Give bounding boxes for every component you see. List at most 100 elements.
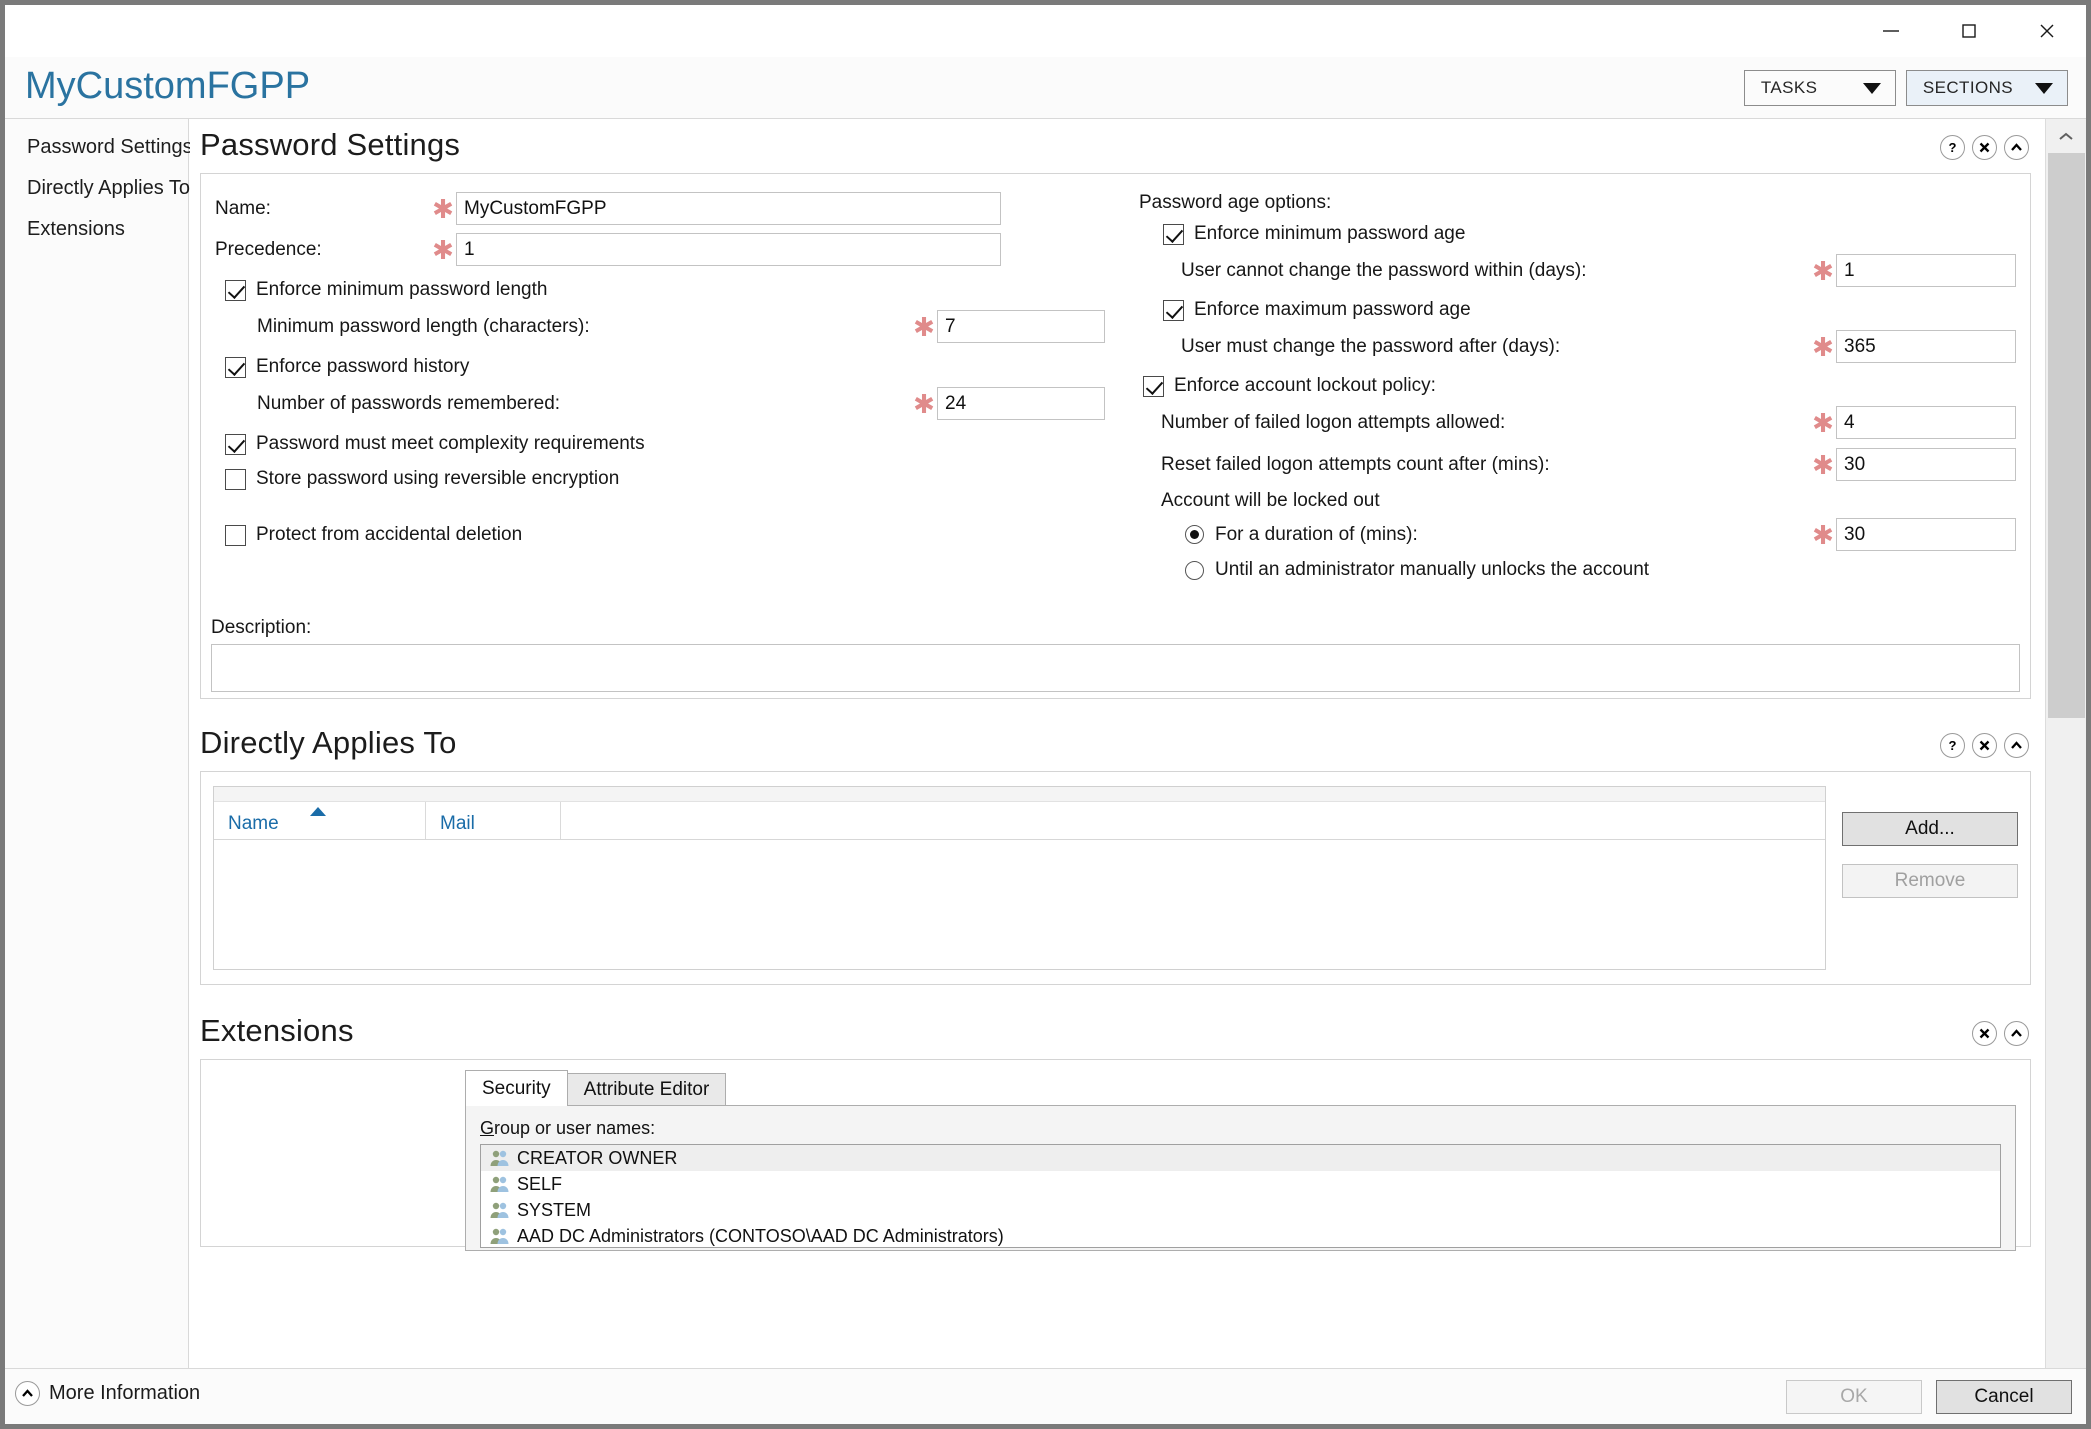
reset-count-row: Reset failed logon attempts count after … (1139, 448, 2016, 481)
history-count-input[interactable] (937, 387, 1105, 420)
close-icon[interactable] (1972, 733, 1997, 758)
min-age-input[interactable] (1836, 254, 2016, 287)
enforce-history-label: Enforce password history (256, 356, 470, 377)
description-textarea[interactable] (212, 645, 2019, 691)
help-icon[interactable]: ? (1940, 733, 1965, 758)
min-age-row: User cannot change the password within (… (1139, 254, 2016, 287)
sidebar-item-directly-applies-to[interactable]: Directly Applies To (5, 168, 191, 209)
column-header-name[interactable]: Name (214, 802, 426, 839)
add-button[interactable]: Add... (1842, 812, 2018, 846)
protect-deletion-checkbox[interactable] (225, 524, 246, 546)
security-tab-panel: Group or user names: CREATOR OWNER SELF … (465, 1105, 2016, 1251)
collapse-icon[interactable] (15, 1381, 40, 1406)
locked-out-label: Account will be locked out (1161, 490, 1380, 511)
reversible-encryption-checkbox-row[interactable]: Store password using reversible encrypti… (225, 468, 1105, 490)
duration-radio-row[interactable]: For a duration of (mins): ✱ (1139, 518, 2016, 551)
sections-menu-button[interactable]: SECTIONS (1905, 70, 2068, 106)
complexity-checkbox[interactable] (225, 433, 246, 455)
enforce-max-age-checkbox-row[interactable]: Enforce maximum password age (1163, 299, 2016, 321)
close-icon[interactable] (1972, 135, 1997, 160)
until-admin-radio-row[interactable]: Until an administrator manually unlocks … (1139, 559, 2016, 581)
until-admin-radio[interactable] (1185, 560, 1204, 580)
enforce-min-age-checkbox-row[interactable]: Enforce minimum password age (1163, 223, 2016, 245)
sidebar-item-password-settings[interactable]: Password Settings (5, 127, 193, 168)
remove-button: Remove (1842, 864, 2018, 898)
required-asterisk-icon: ✱ (1812, 407, 1834, 438)
description-label: Description: (211, 617, 312, 638)
tab-attribute-editor[interactable]: Attribute Editor (566, 1073, 727, 1106)
failed-attempts-label: Number of failed logon attempts allowed: (1161, 411, 1506, 433)
users-group-icon (489, 1201, 511, 1219)
section-title-extensions: Extensions (200, 1013, 354, 1048)
precedence-input[interactable] (456, 233, 1001, 266)
cancel-button[interactable]: Cancel (1936, 1380, 2072, 1414)
section-directly-applies-to: Directly Applies To ? Name Mail Add... R… (190, 717, 2045, 985)
list-item[interactable]: CREATOR OWNER (481, 1145, 2000, 1171)
grid-header-row: Name Mail (214, 802, 1825, 840)
reset-count-input[interactable] (1836, 448, 2016, 481)
max-age-row: User must change the password after (day… (1139, 330, 2016, 363)
enforce-min-length-checkbox[interactable] (225, 279, 246, 301)
min-length-input[interactable] (937, 310, 1105, 343)
protect-deletion-checkbox-row[interactable]: Protect from accidental deletion (225, 524, 1105, 546)
extensions-panel: Security Attribute Editor Group or user … (200, 1059, 2031, 1251)
section-title-password-settings: Password Settings (200, 127, 461, 162)
enforce-max-age-checkbox[interactable] (1163, 299, 1184, 321)
collapse-icon[interactable] (2004, 135, 2029, 160)
title-bar (5, 5, 2086, 57)
tasks-menu-button[interactable]: TASKS (1743, 70, 1896, 106)
list-item[interactable]: SELF (481, 1171, 2000, 1197)
extensions-tabstrip: Security Attribute Editor (465, 1070, 2016, 1106)
column-header-mail[interactable]: Mail (426, 802, 561, 839)
list-item[interactable]: SYSTEM (481, 1197, 2000, 1223)
group-or-user-names-list[interactable]: CREATOR OWNER SELF SYSTEM AAD DC Adminis… (480, 1144, 2001, 1248)
list-item-label: AAD DC Administrators (CONTOSO\AAD DC Ad… (517, 1225, 1004, 1246)
enforce-history-checkbox[interactable] (225, 356, 246, 378)
svg-text:?: ? (1949, 738, 1957, 753)
list-item[interactable]: AAD DC Administrators (CONTOSO\AAD DC Ad… (481, 1223, 2000, 1247)
section-controls-directly-applies-to: ? (1940, 733, 2029, 758)
tab-security[interactable]: Security (465, 1070, 568, 1106)
collapse-icon[interactable] (2004, 733, 2029, 758)
enforce-min-length-checkbox-row[interactable]: Enforce minimum password length (225, 279, 1105, 301)
close-icon[interactable] (1972, 1021, 1997, 1046)
lockout-policy-checkbox-row[interactable]: Enforce account lockout policy: (1143, 375, 2016, 397)
enforce-history-checkbox-row[interactable]: Enforce password history (225, 356, 1105, 378)
sidebar-item-label: Password Settings (27, 136, 193, 158)
scrollbar-thumb[interactable] (2048, 153, 2085, 718)
complexity-checkbox-row[interactable]: Password must meet complexity requiremen… (225, 433, 1105, 455)
minimize-icon[interactable] (1852, 5, 1930, 57)
duration-input[interactable] (1836, 518, 2016, 551)
help-icon[interactable]: ? (1940, 135, 1965, 160)
sidebar-item-extensions[interactable]: Extensions (5, 209, 188, 250)
ok-button: OK (1786, 1380, 1922, 1414)
precedence-label: Precedence: (215, 238, 322, 260)
password-settings-left-column: Name: ✱ Precedence: ✱ Enforce minimum pa… (215, 192, 1105, 581)
enforce-min-age-checkbox[interactable] (1163, 223, 1184, 245)
duration-radio[interactable] (1185, 525, 1204, 544)
name-input[interactable] (456, 192, 1001, 225)
tab-attribute-editor-label: Attribute Editor (583, 1079, 710, 1100)
scroll-up-icon[interactable] (2046, 119, 2086, 153)
failed-attempts-input[interactable] (1836, 406, 2016, 439)
fgpp-properties-window: MyCustomFGPP TASKS SECTIONS Password Set… (0, 0, 2091, 1429)
sort-ascending-icon (310, 807, 326, 816)
required-asterisk-icon: ✱ (1812, 331, 1834, 362)
close-icon[interactable] (2008, 5, 2086, 57)
collapse-icon[interactable] (2004, 1021, 2029, 1046)
maximize-icon[interactable] (1930, 5, 2008, 57)
history-count-label: Number of passwords remembered: (257, 392, 561, 414)
sidebar-item-label: Directly Applies To (27, 177, 191, 199)
lockout-policy-checkbox[interactable] (1143, 375, 1164, 397)
locked-out-label-row: Account will be locked out (1139, 490, 2016, 512)
required-asterisk-icon: ✱ (913, 388, 935, 419)
chevron-down-icon (1862, 82, 1881, 94)
more-information-toggle[interactable]: More Information (15, 1381, 200, 1406)
main-scrollbar[interactable] (2045, 119, 2086, 1368)
section-extensions: Extensions Security Attribute Editor Gro… (190, 1005, 2045, 1251)
section-controls-extensions (1972, 1021, 2029, 1046)
column-header-mail-label: Mail (440, 813, 475, 834)
max-age-input[interactable] (1836, 330, 2016, 363)
applies-to-grid: Name Mail (213, 786, 1826, 970)
reversible-encryption-checkbox[interactable] (225, 468, 246, 490)
